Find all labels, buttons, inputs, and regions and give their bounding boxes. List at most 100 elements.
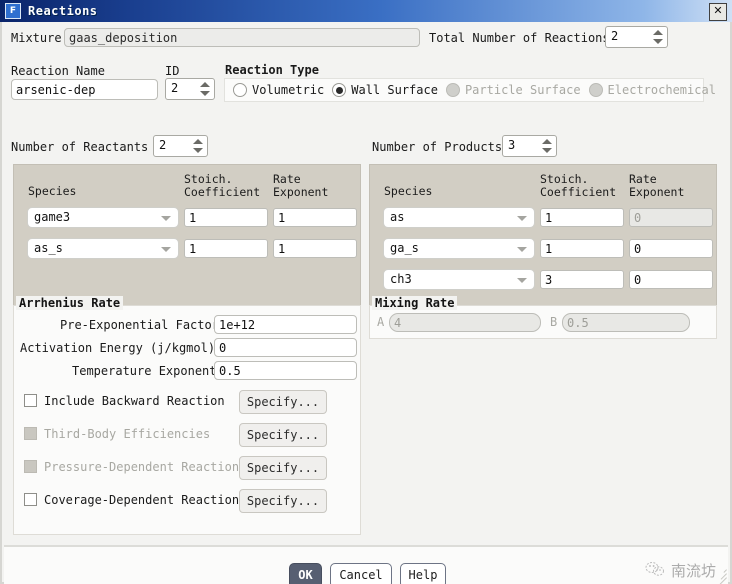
watermark-text: 南流坊 xyxy=(671,560,716,581)
reactant-species-value: game3 xyxy=(34,210,70,224)
total-reactions-label: Total Number of Reactions xyxy=(429,31,610,45)
reaction-name-label: Reaction Name xyxy=(11,64,105,78)
radio-label: Wall Surface xyxy=(351,83,438,97)
activation-energy-label: Activation Energy (j/kgmol) xyxy=(20,341,215,355)
title-bar: F Reactions ✕ xyxy=(0,0,732,23)
temperature-exponent-label: Temperature Exponent xyxy=(72,364,217,378)
reactant-species-select[interactable]: as_s xyxy=(27,238,179,259)
checkbox-pressure-dependent-reaction[interactable] xyxy=(24,460,37,473)
products-count-label: Number of Products xyxy=(372,140,502,154)
checkbox-include-backward-reaction[interactable] xyxy=(24,394,37,407)
watermark: 南流坊 xyxy=(645,560,716,581)
ok-button[interactable]: OK xyxy=(289,563,322,584)
reaction-name-input[interactable] xyxy=(11,79,158,100)
app-icon: F xyxy=(5,3,21,19)
radio-dot-icon[interactable] xyxy=(332,83,346,97)
checkbox-label: Coverage-Dependent Reaction xyxy=(44,493,239,507)
reactants-header-rate: Rate Exponent xyxy=(273,173,328,199)
reactants-panel: Species Stoich. Coefficient Rate Exponen… xyxy=(13,164,361,313)
product-rate-exponent-input[interactable] xyxy=(629,270,713,289)
reactants-count-label: Number of Reactants xyxy=(11,140,148,154)
stepper-arrows-icon[interactable] xyxy=(192,138,203,156)
mixture-label: Mixture xyxy=(11,31,62,45)
reactant-species-value: as_s xyxy=(34,241,63,255)
checkbox-coverage-dependent-reaction[interactable] xyxy=(24,493,37,506)
radio-label: Volumetric xyxy=(252,83,324,97)
reactant-stoich-input[interactable] xyxy=(184,239,268,258)
products-count-value: 3 xyxy=(508,138,515,152)
product-species-value: ch3 xyxy=(390,272,412,286)
mixing-b-input[interactable] xyxy=(562,313,690,332)
products-count-stepper[interactable]: 3 xyxy=(502,135,557,157)
arrhenius-group: Pre-Exponential Factor Activation Energy… xyxy=(13,305,361,535)
radio-particle-surface[interactable]: Particle Surface xyxy=(446,83,581,97)
specify-button[interactable]: Specify... xyxy=(239,423,327,447)
products-header-stoich: Stoich. Coefficient xyxy=(540,173,616,199)
help-button[interactable]: Help xyxy=(400,563,446,584)
product-stoich-input[interactable] xyxy=(540,239,624,258)
product-species-select[interactable]: ga_s xyxy=(383,238,535,259)
reaction-type-group: VolumetricWall SurfaceParticle SurfaceEl… xyxy=(224,78,704,102)
window-title: Reactions xyxy=(28,4,98,18)
mixing-b-label: B xyxy=(550,315,557,329)
radio-label: Electrochemical xyxy=(608,83,716,97)
mixing-a-label: A xyxy=(377,315,384,329)
product-species-value: as xyxy=(390,210,404,224)
product-stoich-input[interactable] xyxy=(540,270,624,289)
product-rate-exponent-input[interactable] xyxy=(629,239,713,258)
radio-dot-icon[interactable] xyxy=(589,83,603,97)
chevron-down-icon[interactable] xyxy=(161,247,171,252)
stepper-arrows-icon[interactable] xyxy=(652,29,663,47)
total-reactions-stepper[interactable]: 2 xyxy=(605,26,668,48)
radio-volumetric[interactable]: Volumetric xyxy=(233,83,324,97)
pre-exponential-input[interactable] xyxy=(214,315,357,334)
reactants-header-stoich: Stoich. Coefficient xyxy=(184,173,260,199)
product-species-select[interactable]: as xyxy=(383,207,535,228)
reaction-type-label: Reaction Type xyxy=(225,63,319,77)
temperature-exponent-input[interactable] xyxy=(214,361,357,380)
chevron-down-icon[interactable] xyxy=(517,216,527,221)
checkbox-label: Include Backward Reaction xyxy=(44,394,225,408)
radio-dot-icon[interactable] xyxy=(446,83,460,97)
reaction-id-stepper[interactable]: 2 xyxy=(165,78,215,100)
specify-button[interactable]: Specify... xyxy=(239,489,327,513)
reactions-dialog: F Reactions ✕ Mixture Total Number of Re… xyxy=(0,0,732,584)
checkbox-third-body-efficiencies[interactable] xyxy=(24,427,37,440)
wechat-logo-icon xyxy=(645,561,665,580)
checkbox-label: Pressure-Dependent Reaction xyxy=(44,460,239,474)
total-reactions-value: 2 xyxy=(611,29,618,43)
dialog-body: Mixture Total Number of Reactions 2 Reac… xyxy=(0,22,732,584)
chevron-down-icon[interactable] xyxy=(161,216,171,221)
product-rate-exponent-input[interactable] xyxy=(629,208,713,227)
product-species-select[interactable]: ch3 xyxy=(383,269,535,290)
product-stoich-input[interactable] xyxy=(540,208,624,227)
radio-wall-surface[interactable]: Wall Surface xyxy=(332,83,438,97)
stepper-arrows-icon[interactable] xyxy=(541,138,552,156)
radio-label: Particle Surface xyxy=(465,83,581,97)
reactant-stoich-input[interactable] xyxy=(184,208,268,227)
cancel-button[interactable]: Cancel xyxy=(330,563,392,584)
chevron-down-icon[interactable] xyxy=(517,247,527,252)
specify-button[interactable]: Specify... xyxy=(239,456,327,480)
activation-energy-input[interactable] xyxy=(214,338,357,357)
products-header-rate: Rate Exponent xyxy=(629,173,684,199)
reactants-header-species: Species xyxy=(28,185,76,198)
reactant-rate-exponent-input[interactable] xyxy=(273,239,357,258)
radio-electrochemical[interactable]: Electrochemical xyxy=(589,83,716,97)
resize-grip-icon[interactable] xyxy=(713,566,727,580)
reaction-id-value: 2 xyxy=(171,81,178,95)
reactant-species-select[interactable]: game3 xyxy=(27,207,179,228)
close-icon[interactable]: ✕ xyxy=(709,3,727,21)
stepper-arrows-icon[interactable] xyxy=(199,81,210,99)
reaction-id-label: ID xyxy=(165,64,179,78)
reactants-count-stepper[interactable]: 2 xyxy=(153,135,208,157)
reactant-rate-exponent-input[interactable] xyxy=(273,208,357,227)
mixture-input[interactable] xyxy=(64,28,420,47)
chevron-down-icon[interactable] xyxy=(517,278,527,283)
checkbox-label: Third-Body Efficiencies xyxy=(44,427,210,441)
mixing-a-input[interactable] xyxy=(389,313,541,332)
mixing-rate-group: A B xyxy=(369,305,717,339)
radio-dot-icon[interactable] xyxy=(233,83,247,97)
products-panel: Species Stoich. Coefficient Rate Exponen… xyxy=(369,164,717,313)
specify-button[interactable]: Specify... xyxy=(239,390,327,414)
